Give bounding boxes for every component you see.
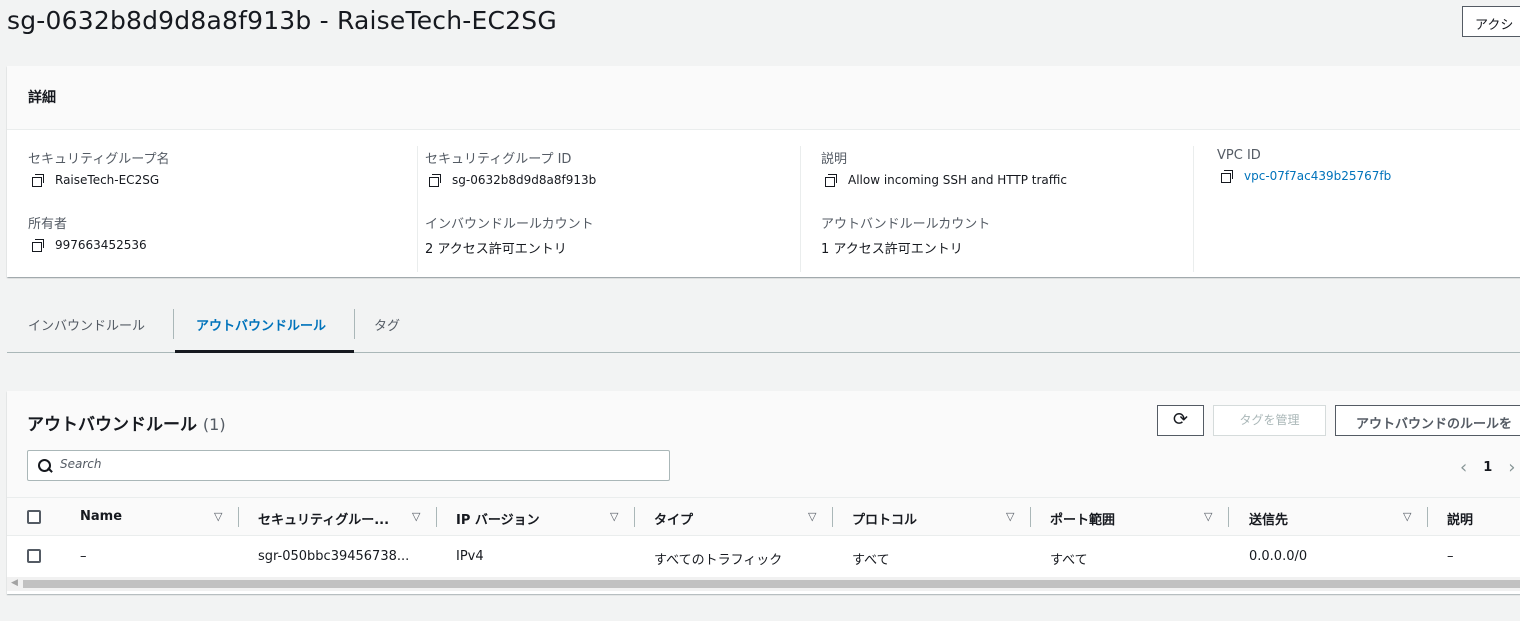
inbound-count-value: 2 アクセス許可エントリ: [425, 242, 567, 257]
owner-value: 997663452536: [55, 238, 147, 252]
copy-icon[interactable]: [429, 174, 441, 187]
detail-owner: 所有者 997663452536: [28, 213, 147, 252]
detail-label: セキュリティグループ ID: [425, 152, 572, 167]
column-header-sg-rule[interactable]: セキュリティグルー...: [258, 509, 389, 528]
column-divider: [1193, 146, 1194, 272]
cell-name: –: [80, 549, 87, 564]
cell-ip-version: IPv4: [456, 549, 484, 564]
tab-bar: インバウンドルール アウトバウンドルール タグ: [7, 295, 1520, 353]
detail-label: アウトバンドルールカウント: [821, 217, 991, 232]
table-head: Name ▽ セキュリティグルー... ▽ IP バージョン ▽ タイプ ▽ プ…: [7, 497, 1520, 536]
refresh-button[interactable]: ⟳: [1157, 405, 1204, 436]
column-header-name[interactable]: Name: [80, 509, 122, 524]
copy-icon[interactable]: [32, 174, 44, 187]
sort-icon[interactable]: ▽: [1006, 510, 1014, 523]
detail-label: 説明: [821, 152, 848, 167]
outbound-count-value: 1 アクセス許可エントリ: [821, 242, 963, 257]
page-title: sg-0632b8d9d8a8f913b - RaiseTech-EC2SG: [7, 6, 557, 35]
column-header-port-range[interactable]: ポート範囲: [1050, 509, 1115, 528]
table-count: (1): [202, 415, 226, 434]
cell-type: すべてのトラフィック: [654, 553, 783, 568]
detail-sg-name: セキュリティグループ名 RaiseTech-EC2SG: [28, 148, 169, 187]
column-header-description[interactable]: 説明: [1447, 509, 1473, 528]
copy-icon[interactable]: [825, 174, 837, 187]
horizontal-scrollbar[interactable]: ◀: [7, 577, 1520, 591]
tab-inbound-rules[interactable]: インバウンドルール: [28, 315, 145, 334]
search-icon: [38, 459, 51, 472]
manage-tags-button[interactable]: タグを管理: [1213, 405, 1326, 436]
column-separator[interactable]: [832, 507, 833, 527]
column-separator[interactable]: [1427, 507, 1428, 527]
detail-label: セキュリティグループ名: [28, 152, 170, 167]
active-tab-indicator: [175, 350, 354, 353]
column-separator[interactable]: [1228, 507, 1229, 527]
sort-icon[interactable]: ▽: [808, 510, 816, 523]
sort-icon[interactable]: ▽: [412, 510, 420, 523]
sort-icon[interactable]: ▽: [1403, 510, 1411, 523]
outbound-rules-panel: アウトバウンドルール (1) ⟳ タグを管理 アウトバウンドのルールを ‹ 1 …: [7, 391, 1520, 594]
detail-inbound-count: インバウンドルールカウント 2 アクセス許可エントリ: [425, 213, 594, 257]
refresh-icon: ⟳: [1172, 409, 1189, 430]
detail-description: 説明 Allow incoming SSH and HTTP traffic: [821, 148, 1067, 187]
cell-port-range: すべて: [1050, 553, 1088, 568]
column-header-ip-version[interactable]: IP バージョン: [456, 509, 540, 528]
edit-outbound-rules-button[interactable]: アウトバウンドのルールを: [1335, 405, 1520, 436]
table-row[interactable]: – sgr-050bbc39456738... IPv4 すべてのトラフィック …: [7, 536, 1520, 576]
tab-separator: [173, 309, 174, 339]
select-all-checkbox[interactable]: [27, 510, 41, 524]
tab-tags[interactable]: タグ: [374, 315, 400, 334]
copy-icon[interactable]: [32, 239, 44, 252]
pagination: ‹ 1 ›: [1460, 457, 1515, 478]
copy-icon[interactable]: [1221, 170, 1233, 183]
vpc-id-link[interactable]: vpc-07f7ac439b25767fb: [1244, 169, 1391, 183]
pager-next-icon[interactable]: ›: [1508, 457, 1515, 478]
sort-icon[interactable]: ▽: [1204, 510, 1212, 523]
column-header-protocol[interactable]: プロトコル: [852, 509, 917, 528]
detail-outbound-count: アウトバンドルールカウント 1 アクセス許可エントリ: [821, 213, 990, 257]
search-input[interactable]: [60, 457, 650, 471]
column-divider: [417, 146, 418, 272]
pager-page-number[interactable]: 1: [1483, 460, 1492, 475]
detail-label: インバウンドルールカウント: [425, 217, 594, 232]
details-panel: 詳細 セキュリティグループ名 RaiseTech-EC2SG セキュリティグルー…: [7, 66, 1520, 277]
column-header-destination[interactable]: 送信先: [1249, 509, 1288, 528]
scrollbar-thumb[interactable]: [23, 580, 1520, 588]
sg-id-value: sg-0632b8d9d8a8f913b: [452, 173, 597, 187]
pager-prev-icon[interactable]: ‹: [1460, 457, 1467, 478]
sg-name-value: RaiseTech-EC2SG: [55, 173, 160, 187]
table-title-text: アウトバウンドルール: [27, 415, 197, 435]
detail-vpc-id: VPC ID vpc-07f7ac439b25767fb: [1217, 148, 1391, 183]
detail-label: 所有者: [28, 217, 68, 232]
cell-sg-rule-id: sgr-050bbc39456738...: [258, 549, 410, 564]
cell-description: –: [1447, 549, 1454, 564]
column-divider: [800, 146, 801, 272]
column-separator[interactable]: [436, 507, 437, 527]
scroll-left-icon[interactable]: ◀: [11, 578, 18, 588]
column-header-type[interactable]: タイプ: [654, 509, 693, 528]
column-separator[interactable]: [238, 507, 239, 527]
sort-icon[interactable]: ▽: [214, 510, 222, 523]
detail-sg-id: セキュリティグループ ID sg-0632b8d9d8a8f913b: [425, 148, 596, 187]
column-separator[interactable]: [634, 507, 635, 527]
search-box[interactable]: [27, 450, 670, 481]
cell-protocol: すべて: [852, 553, 890, 568]
table-title: アウトバウンドルール (1): [27, 410, 226, 435]
column-separator[interactable]: [1030, 507, 1031, 527]
details-heading: 詳細: [7, 66, 1520, 130]
description-value: Allow incoming SSH and HTTP traffic: [848, 173, 1067, 187]
detail-label: VPC ID: [1217, 148, 1261, 163]
sort-icon[interactable]: ▽: [610, 510, 618, 523]
actions-button[interactable]: アクシ: [1462, 6, 1520, 37]
row-checkbox[interactable]: [27, 549, 41, 563]
cell-destination: 0.0.0.0/0: [1249, 549, 1308, 564]
tab-outbound-rules[interactable]: アウトバウンドルール: [196, 315, 326, 334]
tab-separator: [354, 309, 355, 339]
